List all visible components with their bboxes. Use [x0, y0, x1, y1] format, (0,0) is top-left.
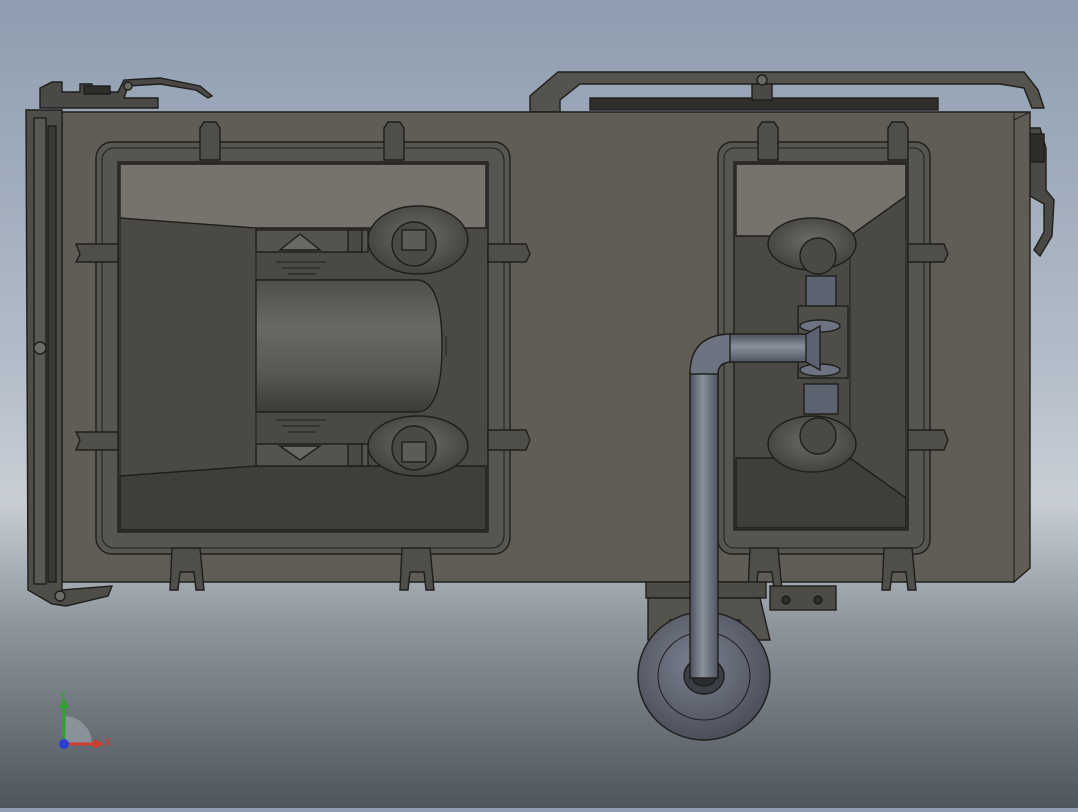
side-hinge-pin-icon — [33, 341, 47, 355]
pressure-tank[interactable] — [255, 279, 447, 413]
z-axis-dot-icon — [59, 739, 69, 749]
top-left-clamp-lever[interactable] — [39, 77, 214, 109]
left-lower-roller — [367, 415, 469, 477]
triad-x-label: X — [104, 736, 112, 749]
top-right-hinge-arm[interactable] — [529, 71, 1045, 113]
triad-y-label: Y — [58, 690, 66, 703]
left-upper-roller — [367, 205, 469, 275]
cad-model-view[interactable]: Y X — [0, 0, 1078, 808]
bottom-pivot-icon — [54, 590, 66, 602]
right-lower-roller — [767, 415, 857, 473]
coordinate-triad-icon: Y X — [58, 690, 112, 749]
cad-graphics-viewport[interactable]: Y X — [0, 0, 1078, 808]
